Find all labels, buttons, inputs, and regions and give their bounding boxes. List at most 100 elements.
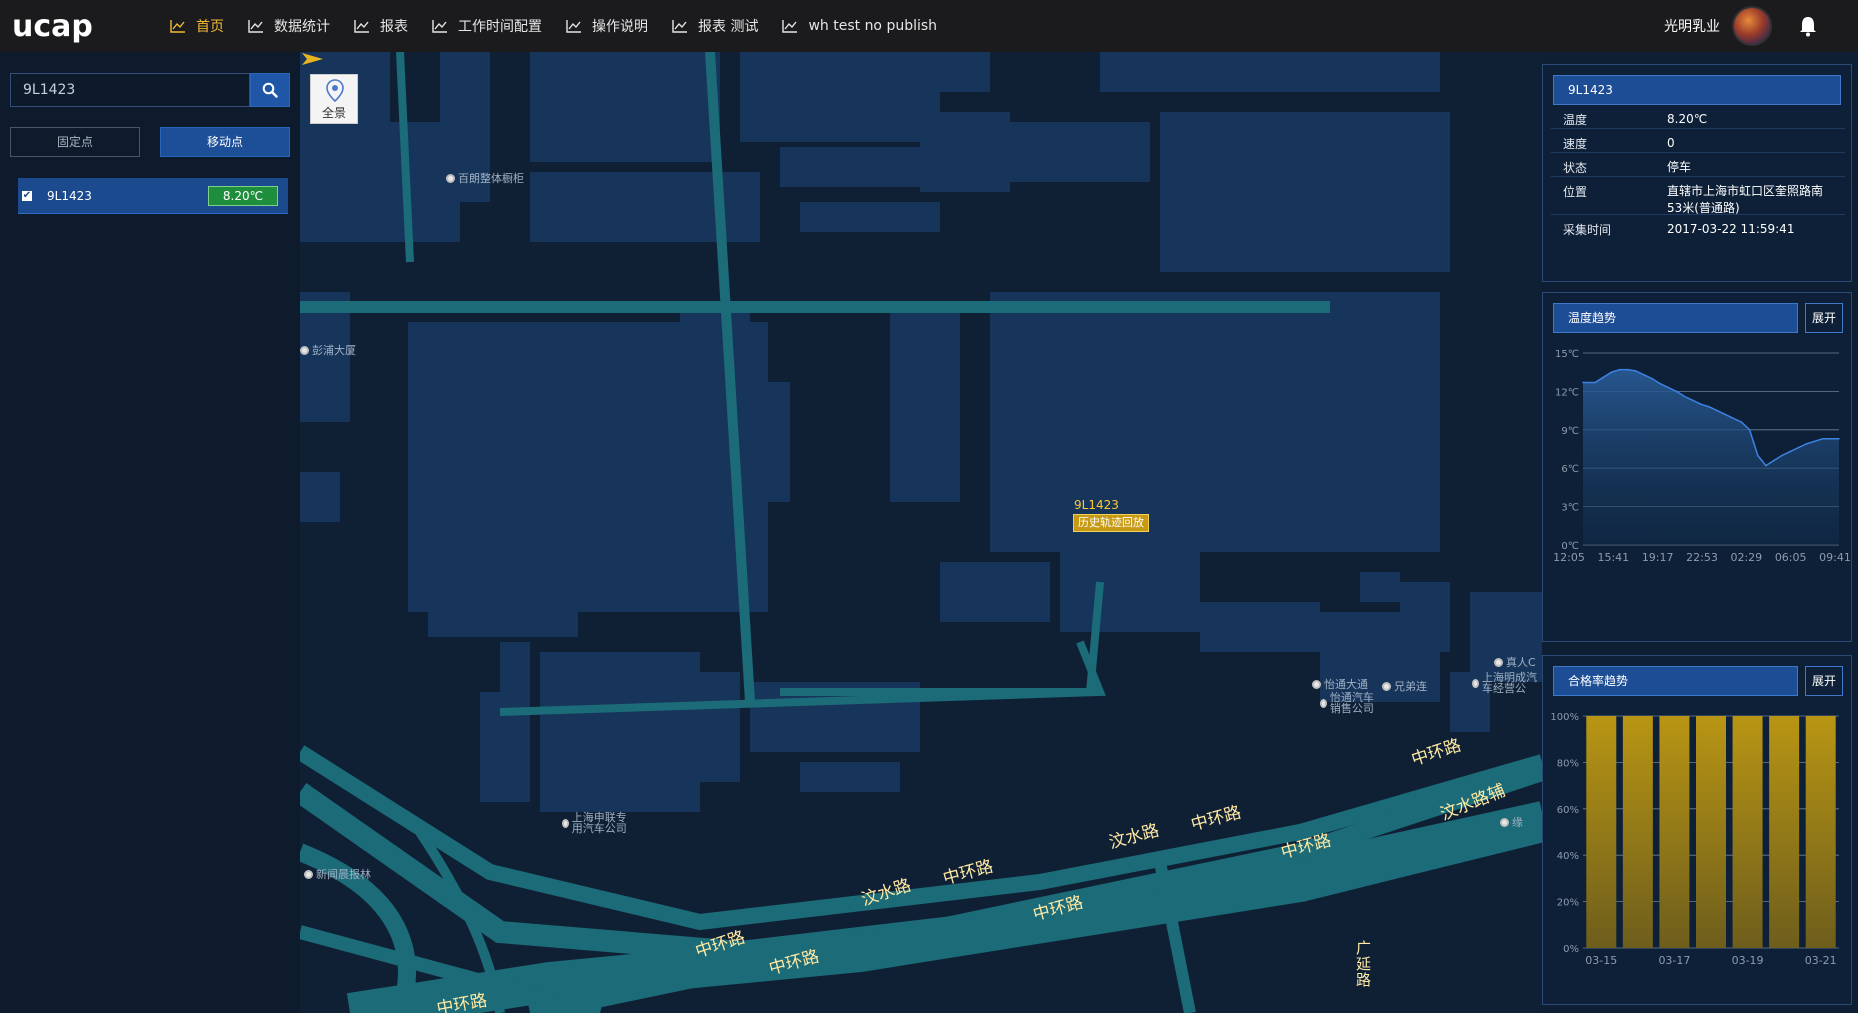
temperature-point <box>1756 454 1759 457</box>
map-poi[interactable]: 新闻晨报林 <box>304 866 371 882</box>
temperature-point <box>1830 437 1832 440</box>
pass-rate-chart: 0% 20% 40% 60% 80% 100% 03-15 03-17 03-19 03-21 <box>1550 712 1839 967</box>
map-poi[interactable]: 上海申联专用汽车公司 <box>562 812 632 834</box>
x-tick-label: 02:29 <box>1730 551 1762 564</box>
poi-icon <box>1320 698 1327 708</box>
history-replay-button[interactable]: 历史轨迹回放 <box>1073 514 1149 532</box>
temperature-point <box>1813 440 1816 443</box>
temperature-chart: 0℃3℃6℃9℃12℃15℃12:05 15:41 19:17 22:53 02:29 0… <box>1553 349 1851 564</box>
nav-item-2[interactable]: 报表 <box>354 16 408 36</box>
expand-button[interactable]: 展开 <box>1805 303 1843 333</box>
temperature-point <box>1667 386 1670 389</box>
poi-label: 真人C <box>1506 656 1536 669</box>
temperature-point <box>1683 395 1686 398</box>
panorama-button[interactable]: 全景 <box>310 74 358 124</box>
nav-item-label: 操作说明 <box>592 19 648 35</box>
map-poi[interactable]: 怡通汽车销售公司 <box>1320 692 1380 714</box>
poi-label: 彭浦大厦 <box>312 344 356 357</box>
y-tick-label: 0% <box>1563 944 1579 955</box>
map-poi[interactable]: 百朗整体橱柜 <box>446 170 524 186</box>
temperature-point <box>1618 368 1621 371</box>
y-tick-label: 15℃ <box>1555 349 1579 360</box>
svg-text:ucap: ucap <box>12 9 93 44</box>
nav-item-0[interactable]: 首页 <box>170 16 224 36</box>
pass-rate-bar <box>1696 716 1726 948</box>
temperature-point <box>1781 454 1783 457</box>
temperature-point <box>1797 446 1800 449</box>
info-row: 状态 停车 <box>1551 153 1845 177</box>
search-icon <box>262 82 278 98</box>
info-row: 位置 直辖市上海市虹口区奎照路南53米(普通路) <box>1551 177 1845 215</box>
map-poi[interactable]: 兄弟连 <box>1382 678 1427 694</box>
x-tick-label: 15:41 <box>1597 551 1629 564</box>
pass-rate-trend-title: 合格率趋势 <box>1553 666 1798 696</box>
tab-fixed-point[interactable]: 固定点 <box>10 127 140 157</box>
map-poi[interactable]: 缘 <box>1500 814 1523 830</box>
poi-label: 怡通大通 <box>1324 678 1368 691</box>
vehicle-checkbox[interactable]: ✔ <box>21 189 33 202</box>
poi-label: 缘 <box>1512 816 1523 829</box>
nav-item-5[interactable]: 报表 测试 <box>672 16 758 36</box>
pass-rate-bar <box>1659 716 1690 948</box>
vehicle-arrow-icon[interactable] <box>300 52 324 66</box>
search-button[interactable] <box>250 73 290 107</box>
temperature-point <box>1602 376 1605 379</box>
nav-item-1[interactable]: 数据统计 <box>248 16 330 36</box>
nav-item-label: 报表 测试 <box>698 19 759 35</box>
poi-icon <box>300 345 309 355</box>
poi-icon <box>1500 817 1509 827</box>
x-tick-label: 03-15 <box>1585 954 1617 967</box>
poi-label: 上海申联专用汽车公司 <box>571 811 627 835</box>
map-poi[interactable]: 上海明成汽车经营公 <box>1472 672 1542 694</box>
map-view[interactable]: 全景 百朗整体橱柜 彭浦大厦 怡通大通 怡通汽车销售公司 兄弟连 真人C 上海明… <box>300 52 1542 1013</box>
poi-icon <box>1382 681 1391 691</box>
tab-moving-point[interactable]: 移动点 <box>160 127 290 157</box>
info-key: 状态 <box>1563 161 1588 175</box>
nav-item-4[interactable]: 操作说明 <box>566 16 648 36</box>
bell-icon[interactable] <box>1798 15 1818 37</box>
y-tick-label: 9℃ <box>1561 426 1579 437</box>
temperature-point <box>1724 413 1727 416</box>
nav-item-label: 工作时间配置 <box>458 19 542 35</box>
temperature-area <box>1583 369 1839 545</box>
temperature-point <box>1643 373 1645 376</box>
info-key: 速度 <box>1563 137 1588 151</box>
pass-rate-bar <box>1586 716 1617 948</box>
x-tick-label: 22:53 <box>1686 551 1718 564</box>
user-avatar[interactable] <box>1732 6 1772 46</box>
info-key: 温度 <box>1563 113 1588 127</box>
app-logo[interactable]: ucap <box>12 6 102 46</box>
vehicle-list-item[interactable]: ✔ 9L1423 8.20℃ <box>18 178 288 214</box>
user-area: 光明乳业 <box>1664 0 1818 52</box>
x-tick-label: 06:05 <box>1775 551 1807 564</box>
temperature-point <box>1626 368 1629 371</box>
temperature-point <box>1821 437 1824 440</box>
nav-item-label: 报表 <box>380 19 408 35</box>
map-poi[interactable]: 怡通大通 <box>1312 676 1368 692</box>
temperature-point <box>1752 441 1755 444</box>
info-key: 位置 <box>1563 185 1588 199</box>
nav-item-label: wh test no publish <box>808 18 938 34</box>
poi-label: 兄弟连 <box>1394 680 1427 693</box>
info-panel-title: 9L1423 <box>1553 75 1841 105</box>
map-poi[interactable]: 真人C <box>1494 654 1536 670</box>
map-poi[interactable]: 彭浦大厦 <box>300 342 356 358</box>
vehicle-marker-plate: 9L1423 <box>1074 498 1119 512</box>
nav-item-3[interactable]: 工作时间配置 <box>432 16 542 36</box>
poi-icon <box>1494 657 1503 667</box>
expand-button[interactable]: 展开 <box>1805 666 1843 696</box>
temperature-point <box>1659 382 1662 385</box>
line-chart-icon <box>782 20 798 33</box>
company-name[interactable]: 光明乳业 <box>1664 16 1720 36</box>
poi-icon <box>1312 679 1321 689</box>
poi-icon <box>1472 678 1480 688</box>
poi-label: 上海明成汽车经营公 <box>1482 671 1538 695</box>
y-tick-label: 3℃ <box>1561 503 1579 514</box>
nav-item-6[interactable]: wh test no publish <box>782 18 937 34</box>
pass-rate-bar <box>1622 716 1653 948</box>
y-tick-label: 100% <box>1550 712 1579 723</box>
y-tick-label: 12℃ <box>1555 387 1579 398</box>
x-tick-label: 19:17 <box>1642 551 1674 564</box>
info-key: 采集时间 <box>1563 223 1612 237</box>
search-input[interactable]: 9L1423 <box>10 73 250 107</box>
